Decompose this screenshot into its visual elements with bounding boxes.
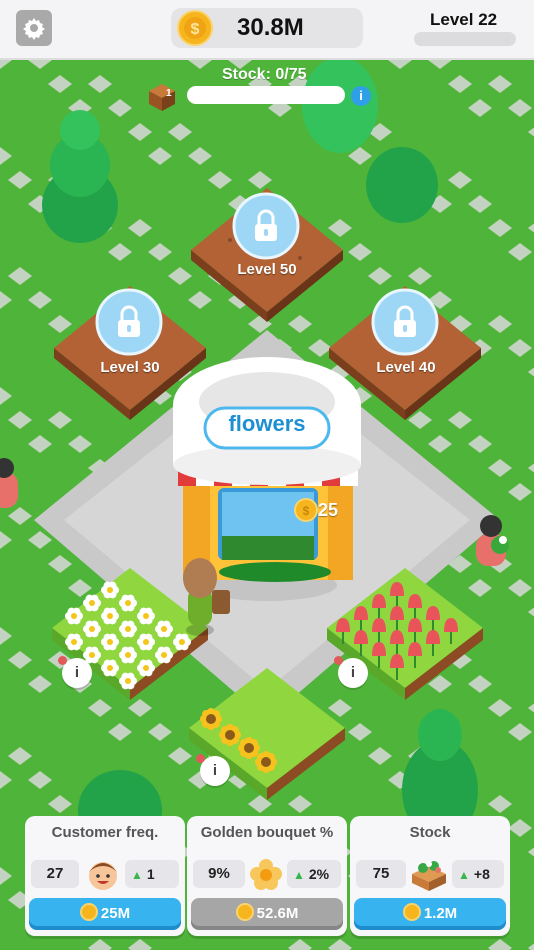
card-value: 27 [31,860,79,888]
tulip-field-info-button[interactable]: i [334,656,368,688]
flower-crate-icon [412,861,446,891]
level-progress-bar [414,32,516,46]
card-upgrade-amount: ▲ +8 [452,860,504,888]
coin-icon: $ [294,498,318,522]
coin-icon: $ [177,10,213,46]
income-amount: 25 [318,500,339,520]
upgrade-price: 1.2M [423,905,458,922]
sunflower-field-info-button[interactable]: i [196,754,230,786]
stock-info-button[interactable]: i [351,86,371,106]
card-value: 75 [356,860,406,888]
golden-bouquet-upgrade-button[interactable]: 52.6M [191,898,343,930]
golden-bouquet-card: Golden bouquet % 9% ▲ 2% 52.6M [187,816,347,936]
up-arrow-icon: ▲ [293,868,305,882]
card-title: Stock [409,824,451,841]
customer-freq-card: Customer freq. 27 ▲ 1 25M [25,816,185,936]
lock-icon [232,192,300,260]
svg-text:$: $ [303,504,310,518]
locked-plot-label: Level 40 [376,359,436,376]
locked-plot-label: Level 50 [237,261,297,278]
tree [302,57,378,153]
stock-upgrade-button[interactable]: 1.2M [354,898,506,930]
settings-button[interactable] [16,10,52,46]
card-upgrade-value: 2% [308,866,330,882]
shop-sign: flowers [228,411,306,436]
coin-icon [235,903,254,922]
upgrade-price: 52.6M [256,905,299,922]
coin-icon [402,903,421,922]
up-arrow-icon: ▲ [458,868,470,882]
coin-icon [79,903,98,922]
upgrade-price: 25M [100,905,131,922]
money-display: $ 30.8M [171,8,363,48]
card-upgrade-amount: ▲ 1 [125,860,179,888]
golden-flower-icon [250,859,282,890]
daisy-field-info-button[interactable]: i [58,656,92,688]
tree [366,147,438,223]
card-title: Customer freq. [51,824,159,841]
game-scene: $ [0,0,534,950]
svg-text:$: $ [191,21,200,38]
stock-progress-bar [187,86,345,104]
gear-icon [23,18,45,40]
player-level: Level 22 [430,10,498,29]
lock-icon [95,288,163,356]
card-upgrade-value: 1 [146,866,155,882]
card-upgrade-value: +8 [473,866,490,882]
crate-count: 1 [166,88,172,99]
card-upgrade-amount: ▲ 2% [287,860,341,888]
card-value: 9% [193,860,245,888]
customer-freq-upgrade-button[interactable]: 25M [29,898,181,930]
money-amount: 30.8M [237,14,304,41]
customer-face-icon [89,862,117,890]
locked-plot-label: Level 30 [100,359,160,376]
stock-label: Stock: 0/75 [222,66,307,83]
card-title: Golden bouquet % [200,824,334,841]
up-arrow-icon: ▲ [131,868,143,882]
lock-icon [371,288,439,356]
stock-card: Stock 75 ▲ +8 1.2M [350,816,510,936]
